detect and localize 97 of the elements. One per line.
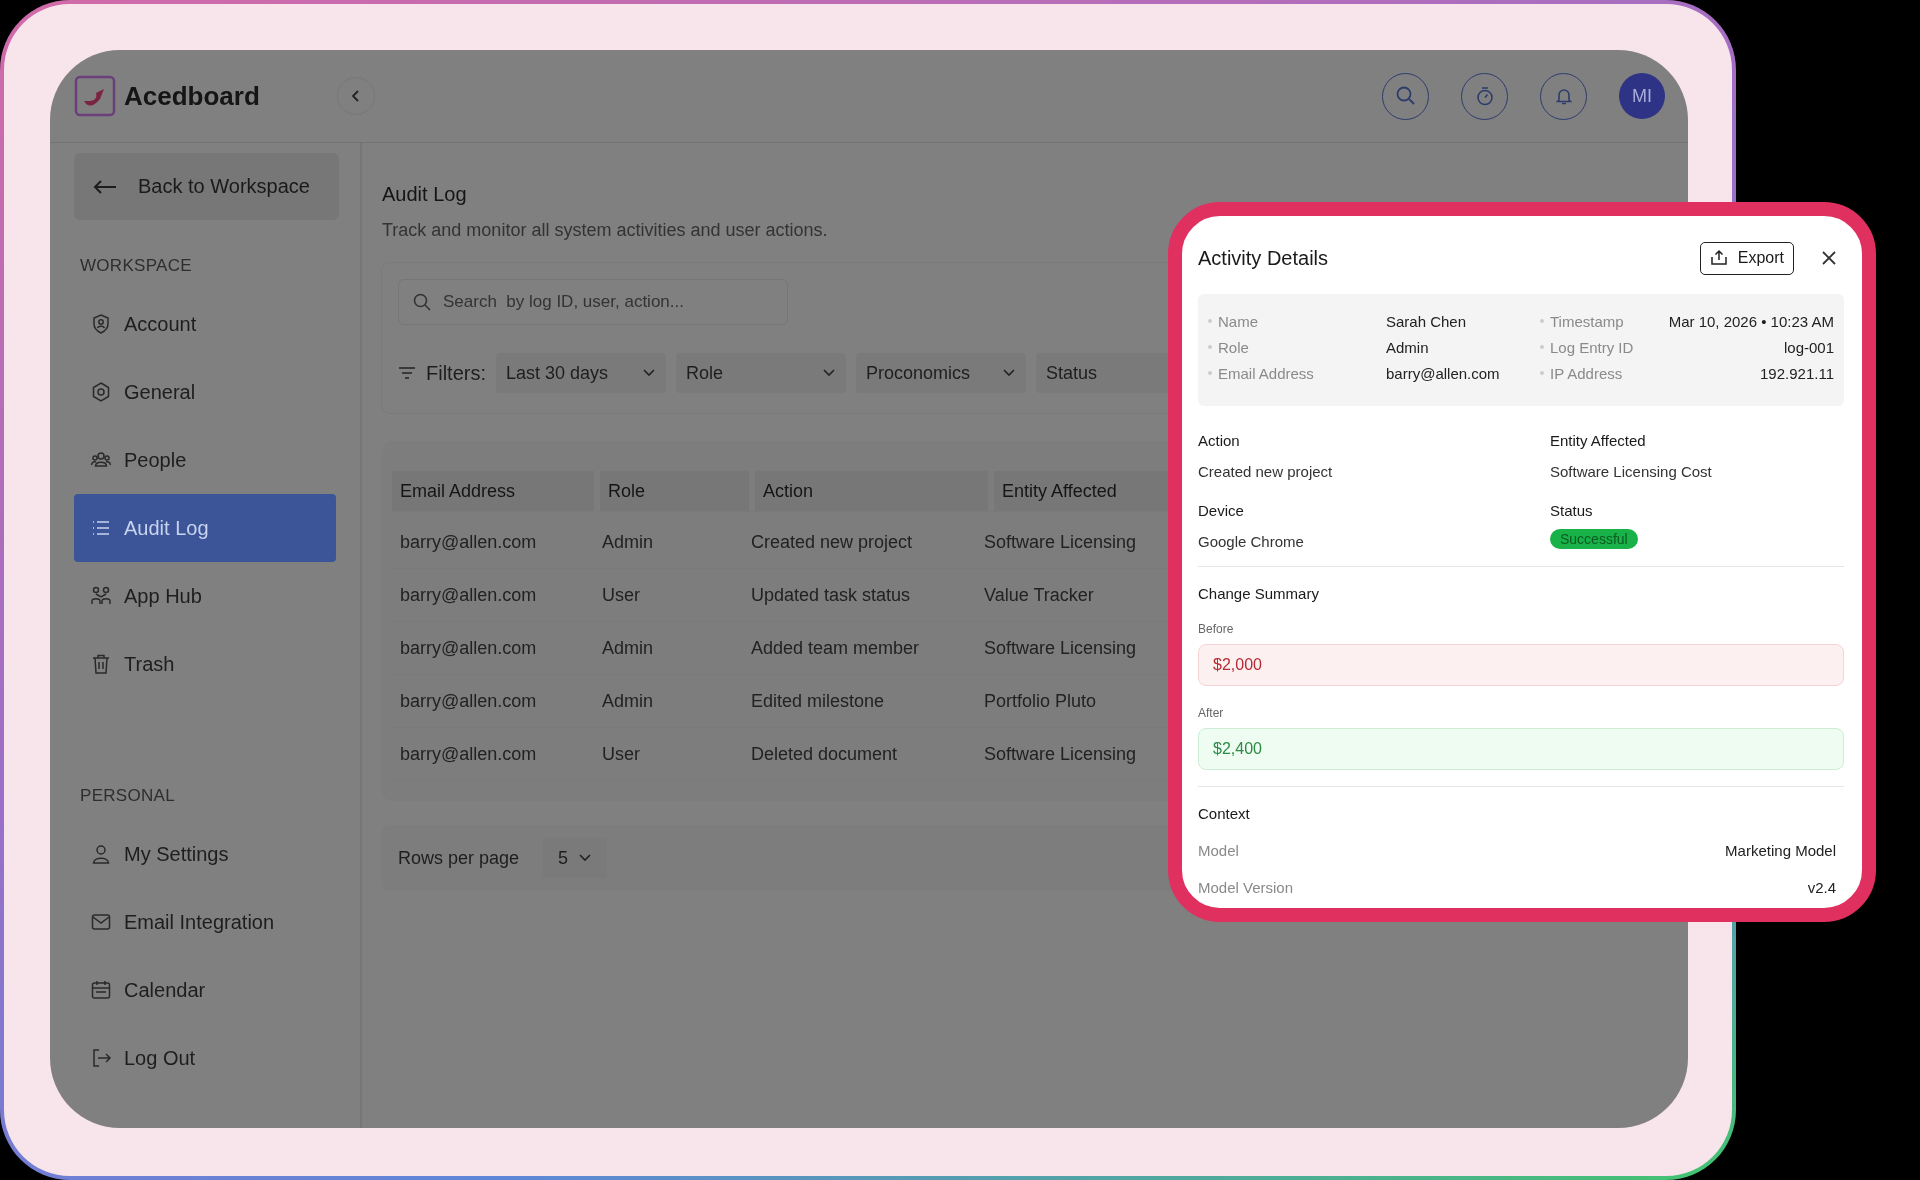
info-label: Log Entry ID [1550,338,1635,356]
search-field[interactable]: Search by log ID, user, action... [398,279,788,325]
close-icon[interactable] [1820,249,1838,267]
table-cell: barry@allen.com [400,743,537,764]
sidebar-item[interactable]: People [74,426,336,494]
chevron-down-icon [578,853,593,863]
section-heading: Context [1198,805,1251,822]
chevron-down-icon [1002,368,1016,378]
info-value: Admin [1386,338,1429,356]
context-label: Model Version [1198,879,1294,896]
info-value: barry@allen.com [1386,364,1500,382]
table-cell: Edited milestone [751,690,885,711]
sidebar-item[interactable]: Calendar [74,956,336,1024]
change-label: Before [1198,622,1235,636]
column-header: Action [755,471,988,511]
table-cell: Created new project [751,531,913,552]
field-value: Software Licensing Cost [1550,463,1713,480]
sidebar-item[interactable]: Trash [74,630,336,698]
sidebar-item[interactable]: Audit Log [74,494,336,562]
field-label: Action [1198,432,1241,449]
table-cell: Deleted document [751,743,898,764]
field-label: Status [1550,502,1594,519]
context-value: Marketing Model [1725,842,1836,859]
calendar-icon [90,979,112,1001]
export-icon [1709,249,1728,267]
table-cell: barry@allen.com [400,531,537,552]
rows-per-page-label: Rows per page [398,847,520,869]
filter-dropdown[interactable]: Role [676,353,846,393]
sidebar-item[interactable]: Log Out [74,1024,336,1092]
table-cell: Portfolio Pluto [984,690,1097,711]
table-cell: Software Licensing [984,743,1137,764]
after-value: $2,400 [1198,728,1844,770]
search-icon [412,292,432,312]
export-button[interactable]: Export [1699,241,1794,275]
logout-icon [90,1047,112,1069]
shield-icon [90,313,112,335]
table-cell: Admin [602,637,654,658]
info-value: Sarah Chen [1386,312,1467,330]
page-title: Audit Log [382,183,468,206]
logo-icon [74,75,116,117]
filter-icon [398,365,416,381]
info-label: IP Address [1550,364,1624,382]
chevron-down-icon [822,368,836,378]
filter-dropdown[interactable]: Proconomics [856,353,1026,393]
table-cell: Value Tracker [984,584,1094,605]
trash-icon [90,653,112,675]
column-header: Email Address [392,471,594,511]
sidebar-item[interactable]: General [74,358,336,426]
info-label: Timestamp [1550,312,1625,330]
context-label: Model [1198,842,1239,859]
field-label: Entity Affected [1550,432,1647,449]
before-value: $2,000 [1198,644,1844,686]
user-avatar[interactable]: MI [1619,73,1665,119]
brand-name: Acedboard [124,80,260,112]
sidebar-item[interactable]: Account [74,290,336,358]
change-label: After [1198,706,1225,720]
info-value: 192.921.11 [1760,364,1834,382]
back-button[interactable]: Back to Workspace [74,153,339,220]
table-cell: User [602,743,640,764]
column-header: Role [600,471,749,511]
chevron-down-icon [642,368,656,378]
sidebar-item[interactable]: App Hub [74,562,336,630]
status-badge: Successful [1550,529,1638,549]
table-cell: Added team member [751,637,920,658]
collapse-button[interactable] [337,77,375,115]
table-cell: Admin [602,690,654,711]
info-label: Email Address [1218,364,1315,382]
table-cell: User [602,584,640,605]
info-label: Role [1218,338,1250,356]
table-cell: Admin [602,531,654,552]
table-cell: barry@allen.com [400,637,537,658]
table-cell: Software Licensing [984,637,1137,658]
section-heading: Change Summary [1198,585,1320,602]
panel-title: Activity Details [1198,246,1329,270]
filters-label: Filters: [426,361,486,385]
gear-icon [90,381,112,403]
table-cell: barry@allen.com [400,690,537,711]
sidebar-item[interactable]: Email Integration [74,888,336,956]
mail-icon [90,911,112,933]
info-label: Name [1218,312,1259,330]
search-icon [1394,85,1417,107]
rows-per-page-dropdown[interactable]: 5 [543,838,608,878]
arrow-left-icon [92,178,118,195]
info-value: Mar 10, 2026 • 10:23 AM [1668,312,1834,330]
page-subtitle: Track and monitor all system activities and user actions. [382,220,829,241]
user-icon [90,843,112,865]
sidebar-item[interactable]: My Settings [74,820,336,888]
hub-icon [90,585,112,607]
table-cell: Updated task status [751,584,911,605]
field-value: Google Chrome [1198,533,1305,550]
info-value: log-001 [1783,338,1834,356]
section-heading: PERSONAL [79,785,176,807]
table-cell: Software Licensing [984,531,1137,552]
context-value: v2.4 [1807,879,1836,896]
section-heading: WORKSPACE [79,255,193,277]
table-cell: barry@allen.com [400,584,537,605]
filter-dropdown[interactable]: Last 30 days [496,353,666,393]
